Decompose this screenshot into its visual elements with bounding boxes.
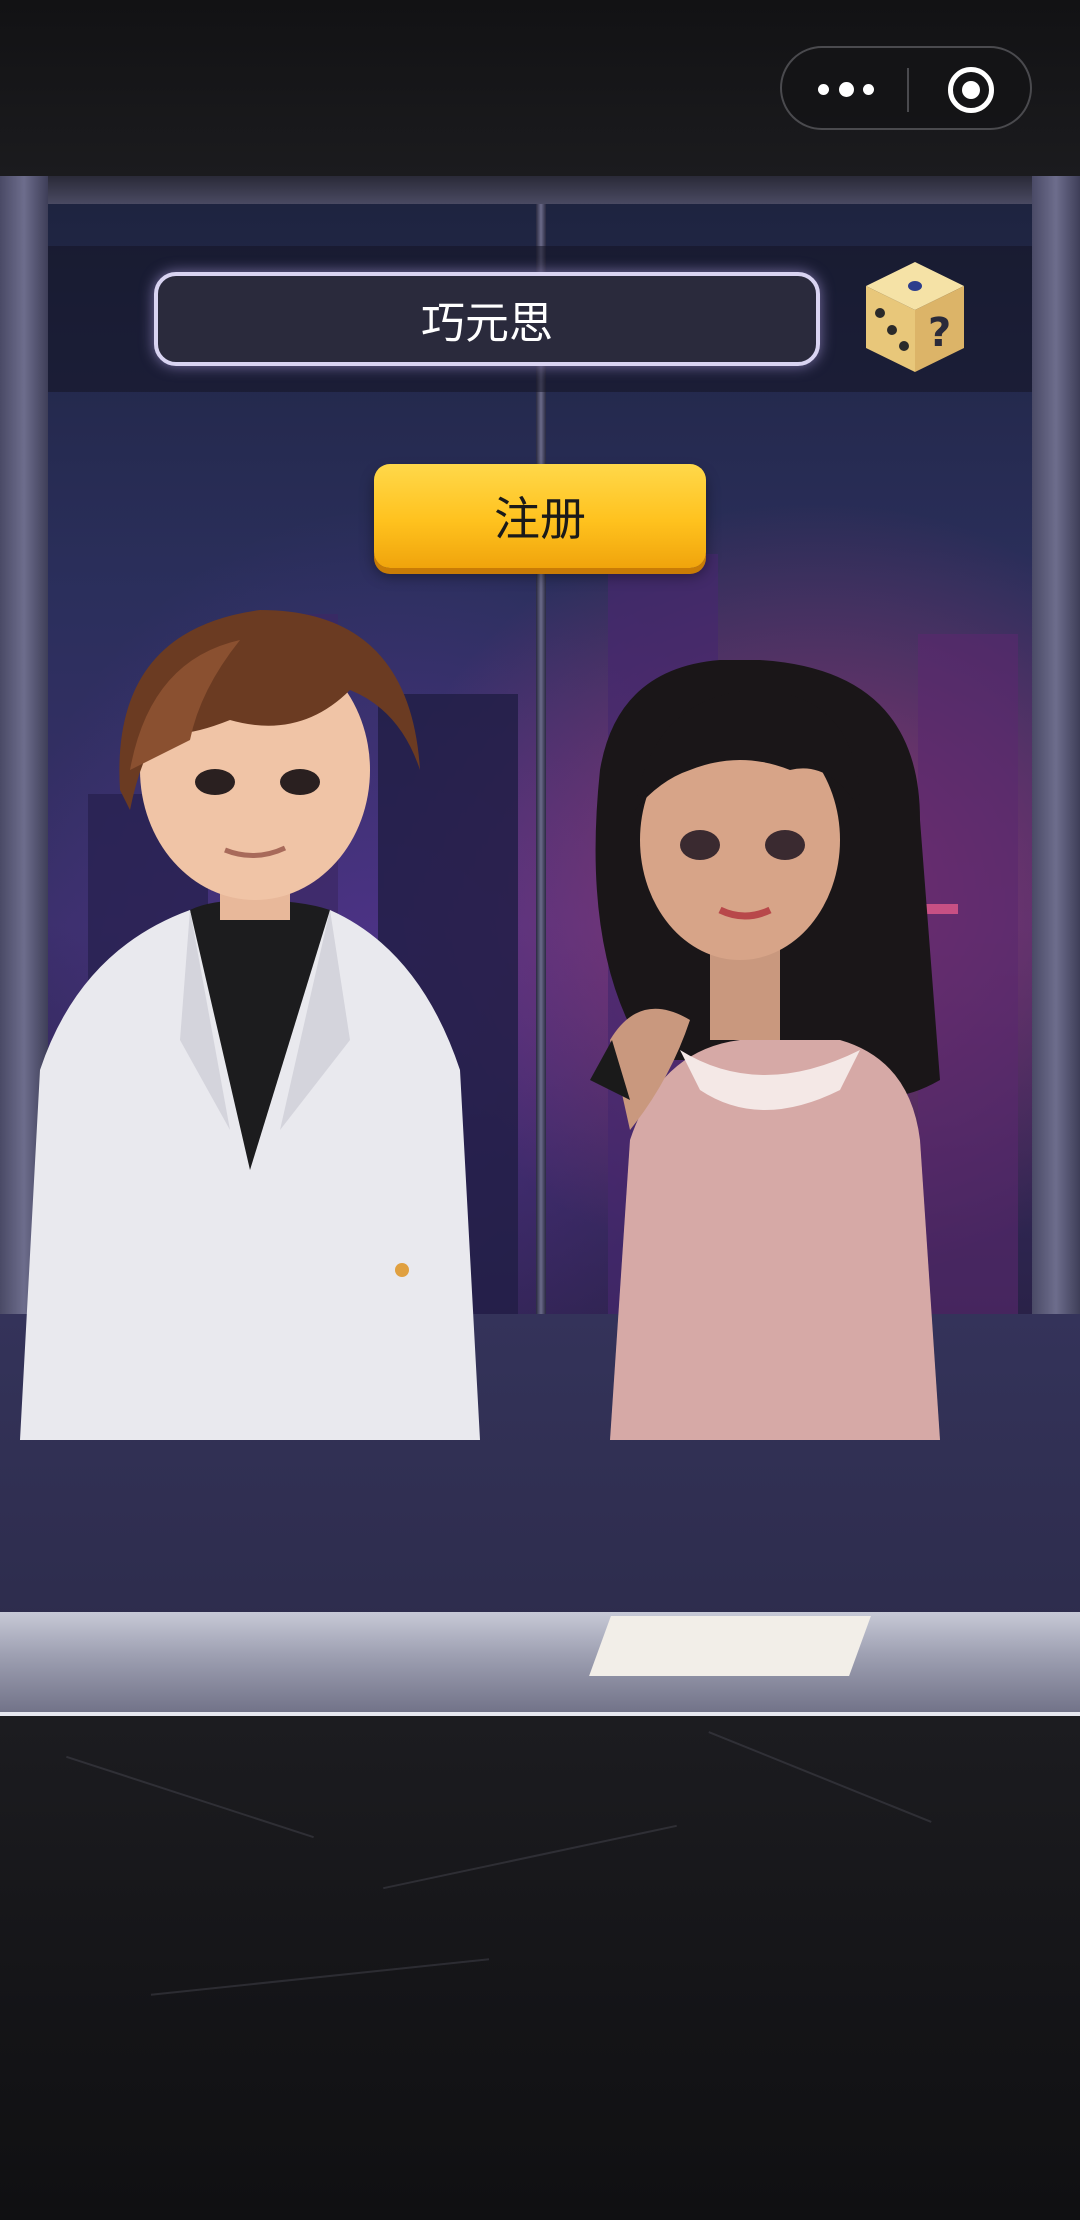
capsule-divider	[907, 68, 909, 112]
random-name-dice-icon[interactable]: ?	[860, 258, 970, 376]
name-input[interactable]: 巧元思	[154, 272, 820, 366]
more-dots-icon[interactable]	[818, 76, 874, 102]
register-button[interactable]: 注册	[374, 464, 706, 568]
counter-desk	[0, 1612, 1080, 1716]
window-frame-top	[0, 176, 1080, 204]
name-input-value: 巧元思	[421, 298, 553, 349]
floor-crack	[383, 1824, 677, 1890]
menu-capsule	[780, 46, 1032, 130]
floor-crack	[708, 1731, 932, 1823]
register-button-label: 注册	[494, 492, 586, 546]
game-page: 巧元思 ? 注册	[0, 0, 1080, 2220]
floor-crack	[150, 1958, 490, 1996]
target-circle-icon[interactable]	[948, 67, 994, 113]
top-bar	[0, 0, 1080, 176]
girl-avatar	[590, 660, 940, 1440]
svg-text:?: ?	[928, 310, 951, 356]
floor-area	[0, 1716, 1080, 2220]
floor-crack	[66, 1755, 314, 1839]
paper-document	[589, 1616, 871, 1676]
boy-avatar	[20, 610, 480, 1440]
